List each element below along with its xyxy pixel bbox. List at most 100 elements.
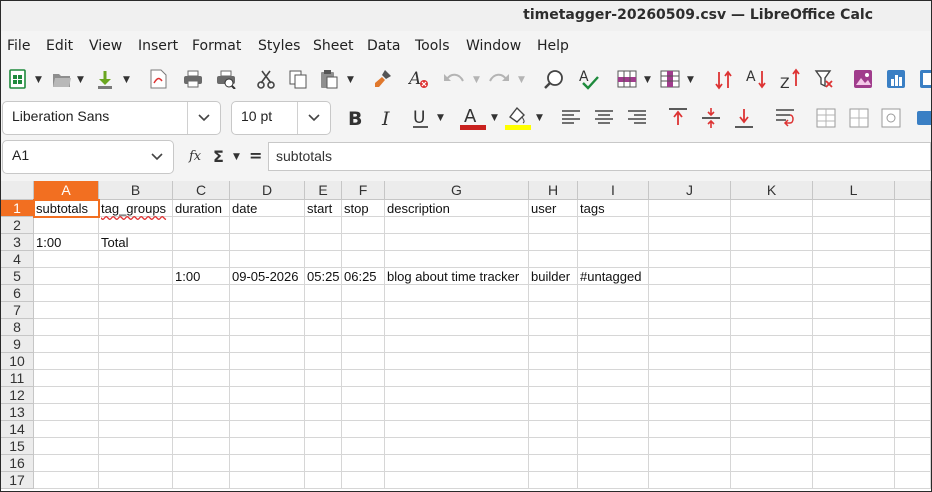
- cell-h12[interactable]: [529, 387, 578, 404]
- cell-k14[interactable]: [731, 421, 813, 438]
- cell-k10[interactable]: [731, 353, 813, 370]
- cell-f9[interactable]: [342, 336, 385, 353]
- menu-window[interactable]: Window: [466, 38, 521, 54]
- menu-tools[interactable]: Tools: [415, 38, 450, 54]
- cell-f6[interactable]: [342, 285, 385, 302]
- cell-c16[interactable]: [173, 455, 230, 472]
- cell-j9[interactable]: [649, 336, 731, 353]
- cell-b12[interactable]: [99, 387, 173, 404]
- cell-a16[interactable]: [34, 455, 99, 472]
- cell-c8[interactable]: [173, 319, 230, 336]
- cell-e16[interactable]: [305, 455, 342, 472]
- menu-file[interactable]: File: [7, 38, 30, 54]
- cell-d7[interactable]: [230, 302, 305, 319]
- cell-g8[interactable]: [385, 319, 529, 336]
- cell-e6[interactable]: [305, 285, 342, 302]
- cell-f3[interactable]: [342, 234, 385, 251]
- cell-e12[interactable]: [305, 387, 342, 404]
- cell-d13[interactable]: [230, 404, 305, 421]
- chevron-down-icon[interactable]: ▼: [437, 113, 444, 123]
- pivot-table-icon[interactable]: [919, 69, 932, 89]
- cell-h14[interactable]: [529, 421, 578, 438]
- row-header-14[interactable]: 14: [1, 421, 34, 438]
- menu-data[interactable]: Data: [367, 38, 400, 54]
- cell-g3[interactable]: [385, 234, 529, 251]
- align-left-icon[interactable]: [561, 109, 581, 127]
- font-name-dropdown[interactable]: [187, 102, 220, 134]
- cell-c9[interactable]: [173, 336, 230, 353]
- cell-k17[interactable]: [731, 472, 813, 489]
- cell-k16[interactable]: [731, 455, 813, 472]
- cell-g16[interactable]: [385, 455, 529, 472]
- cell-e15[interactable]: [305, 438, 342, 455]
- cell-a15[interactable]: [34, 438, 99, 455]
- cell-k13[interactable]: [731, 404, 813, 421]
- formula-input[interactable]: subtotals: [268, 142, 931, 171]
- cell-c14[interactable]: [173, 421, 230, 438]
- save-icon[interactable]: [96, 70, 114, 90]
- cell-h2[interactable]: [529, 217, 578, 234]
- chevron-down-icon[interactable]: ▼: [123, 75, 130, 85]
- column-header-f[interactable]: F: [342, 181, 385, 200]
- cell-g6[interactable]: [385, 285, 529, 302]
- cell-e11[interactable]: [305, 370, 342, 387]
- chevron-down-icon[interactable]: ▼: [644, 75, 651, 85]
- cell-b1[interactable]: tag_groups: [99, 200, 173, 217]
- column-header-g[interactable]: G: [385, 181, 529, 200]
- cell-b6[interactable]: [99, 285, 173, 302]
- cell-k15[interactable]: [731, 438, 813, 455]
- align-top-icon[interactable]: [668, 107, 688, 129]
- cell-g9[interactable]: [385, 336, 529, 353]
- cell-c11[interactable]: [173, 370, 230, 387]
- cell-b8[interactable]: [99, 319, 173, 336]
- cell-a8[interactable]: [34, 319, 99, 336]
- cell-e4[interactable]: [305, 251, 342, 268]
- cell-g1[interactable]: description: [385, 200, 529, 217]
- cell-d4[interactable]: [230, 251, 305, 268]
- cell-h7[interactable]: [529, 302, 578, 319]
- column-header-c[interactable]: C: [173, 181, 230, 200]
- menu-sheet[interactable]: Sheet: [313, 38, 353, 54]
- cell-c17[interactable]: [173, 472, 230, 489]
- cell-j4[interactable]: [649, 251, 731, 268]
- print-preview-icon[interactable]: [216, 70, 236, 89]
- cell-f11[interactable]: [342, 370, 385, 387]
- font-name-box[interactable]: Liberation Sans: [2, 101, 221, 135]
- cell-j15[interactable]: [649, 438, 731, 455]
- cell-k2[interactable]: [731, 217, 813, 234]
- cell-g13[interactable]: [385, 404, 529, 421]
- insert-chart-icon[interactable]: [886, 69, 906, 89]
- cell-b3[interactable]: Total: [99, 234, 173, 251]
- cell-b17[interactable]: [99, 472, 173, 489]
- cell-c3[interactable]: [173, 234, 230, 251]
- cell-l1[interactable]: [813, 200, 895, 217]
- cell-d6[interactable]: [230, 285, 305, 302]
- copy-icon[interactable]: [289, 70, 307, 89]
- cell-i7[interactable]: [578, 302, 649, 319]
- column-header-i[interactable]: I: [578, 181, 649, 200]
- chevron-down-icon[interactable]: ▼: [347, 75, 354, 85]
- autofilter-icon[interactable]: [814, 69, 834, 89]
- cell-b11[interactable]: [99, 370, 173, 387]
- cell-g12[interactable]: [385, 387, 529, 404]
- column-header-l[interactable]: L: [813, 181, 895, 200]
- row-header-11[interactable]: 11: [1, 370, 34, 387]
- cell-h5[interactable]: builder: [529, 268, 578, 285]
- print-icon[interactable]: [183, 70, 203, 88]
- cell-b9[interactable]: [99, 336, 173, 353]
- sum-icon[interactable]: Σ: [213, 147, 224, 166]
- cell-a1[interactable]: subtotals: [33, 199, 100, 218]
- cell-l11[interactable]: [813, 370, 895, 387]
- column-header-j[interactable]: J: [649, 181, 731, 200]
- cell-a5[interactable]: [34, 268, 99, 285]
- cell-f7[interactable]: [342, 302, 385, 319]
- cell-a17[interactable]: [34, 472, 99, 489]
- row-header-17[interactable]: 17: [1, 472, 34, 489]
- cell-g4[interactable]: [385, 251, 529, 268]
- cell-f15[interactable]: [342, 438, 385, 455]
- cell-h15[interactable]: [529, 438, 578, 455]
- cell-c1[interactable]: duration: [173, 200, 230, 217]
- menu-styles[interactable]: Styles: [258, 38, 300, 54]
- cell-e10[interactable]: [305, 353, 342, 370]
- cell-j6[interactable]: [649, 285, 731, 302]
